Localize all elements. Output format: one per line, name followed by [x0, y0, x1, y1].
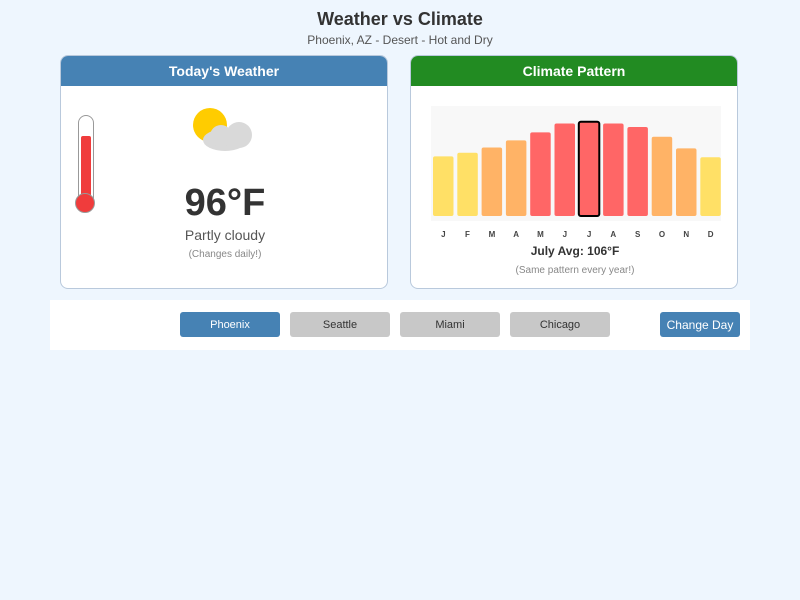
chart-bar-7 — [603, 123, 624, 216]
city-button-miami[interactable]: Miami — [400, 312, 500, 337]
app-root: Weather vs Climate Phoenix, AZ - Desert … — [0, 0, 800, 600]
page-title: Weather vs Climate — [317, 9, 483, 29]
climate-card: Climate Pattern J F M A M J J A S O N D July Avg: 1… — [410, 55, 738, 289]
chart-bar-6 — [577, 120, 601, 218]
temperature-value: 96°F — [184, 182, 266, 224]
climate-bar-chart: JFMAMJJASOND — [431, 106, 721, 239]
weather-condition: Partly cloudy — [184, 227, 266, 243]
climate-card-title: Climate Pattern — [411, 56, 737, 86]
chart-bar-3 — [505, 140, 527, 216]
chart-tick-label-2: M — [489, 230, 496, 239]
control-bar: Phoenix Seattle Miami Chicago Change Day — [50, 300, 750, 350]
weather-card-title: Today's Weather — [61, 56, 387, 86]
chart-tick-label-9: O — [659, 230, 665, 239]
weather-note: (Changes daily!) — [188, 249, 262, 260]
chart-tick-label-7: A — [610, 230, 616, 239]
chart-note: (Same pattern every year!) — [515, 265, 635, 276]
chart-bar-2 — [481, 147, 503, 216]
chart-bar-10 — [676, 148, 697, 216]
city-button-seattle[interactable]: Seattle — [290, 312, 390, 337]
partly-cloudy-icon — [193, 108, 252, 151]
chart-tick-label-1: F — [465, 230, 470, 239]
weather-card: Today's Weather 96°F Partly cloudy (Chan… — [60, 55, 388, 289]
chart-tick-label-3: A — [513, 230, 519, 239]
chart-caption: July Avg: 106°F — [530, 244, 620, 258]
chart-bar-1 — [457, 152, 478, 216]
chart-bar-4 — [530, 132, 551, 216]
city-button-chicago[interactable]: Chicago — [510, 312, 610, 337]
city-button-phoenix[interactable]: Phoenix — [180, 312, 280, 337]
change-day-button[interactable]: Change Day — [660, 312, 740, 337]
chart-tick-label-0: J — [441, 230, 445, 239]
chart-tick-label-5: J — [563, 230, 567, 239]
chart-tick-label-6: J — [587, 230, 591, 239]
chart-tick-label-10: N — [683, 230, 689, 239]
chart-bar-0 — [433, 156, 454, 216]
chart-bar-11 — [700, 157, 721, 216]
chart-bar-8 — [627, 127, 648, 216]
chart-bar-5 — [554, 123, 575, 216]
chart-tick-label-8: S — [635, 230, 641, 239]
chart-tick-label-4: M — [537, 230, 544, 239]
location-subtitle: Phoenix, AZ - Desert - Hot and Dry — [307, 33, 493, 47]
chart-bar-9 — [651, 136, 673, 216]
chart-tick-label-11: D — [708, 230, 714, 239]
